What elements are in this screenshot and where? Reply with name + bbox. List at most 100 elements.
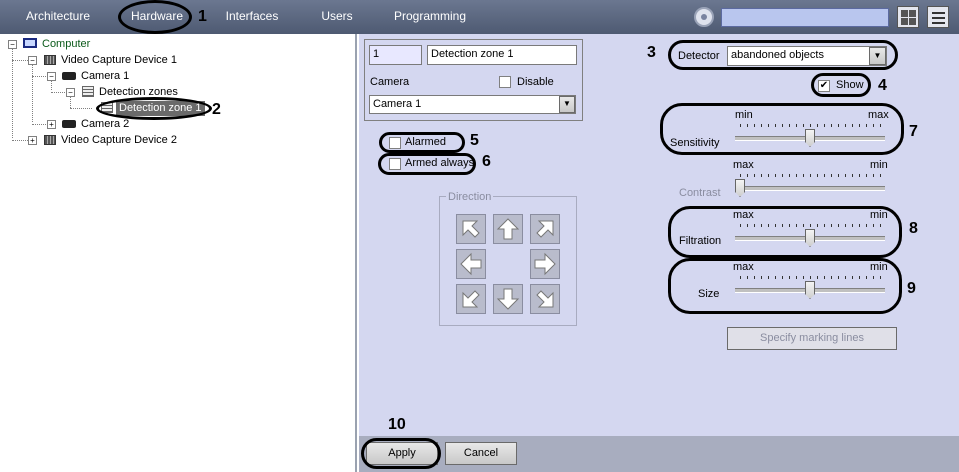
layout-grid-icon[interactable] bbox=[897, 6, 919, 28]
settings-gear-icon[interactable] bbox=[694, 7, 714, 27]
camera-select-value: Camera 1 bbox=[373, 98, 422, 110]
callout-6: 6 bbox=[482, 153, 491, 170]
slider-tick bbox=[838, 224, 839, 227]
sensitivity-max-label: max bbox=[868, 109, 889, 121]
callout-5: 5 bbox=[470, 132, 479, 149]
slider-tick bbox=[817, 224, 818, 227]
slider-tick bbox=[866, 174, 867, 177]
callout-3: 3 bbox=[647, 44, 656, 61]
collapse-icon[interactable]: − bbox=[66, 88, 75, 97]
alarmed-checkbox[interactable] bbox=[389, 137, 401, 149]
slider-tick bbox=[775, 276, 776, 279]
slider-tick bbox=[817, 174, 818, 177]
slider-thumb[interactable] bbox=[735, 179, 745, 197]
alarmed-label: Alarmed bbox=[405, 136, 446, 148]
collapse-icon[interactable]: − bbox=[28, 56, 37, 65]
slider-tick bbox=[866, 124, 867, 127]
slider-tick bbox=[880, 224, 881, 227]
arrow-down-icon[interactable] bbox=[493, 284, 523, 314]
arrow-down-left-icon[interactable] bbox=[456, 284, 486, 314]
callout-1: 1 bbox=[198, 8, 207, 25]
slider-tick bbox=[775, 224, 776, 227]
slider-tick bbox=[845, 174, 846, 177]
tab-programming[interactable]: Programming bbox=[390, 0, 470, 34]
filtration-slider[interactable] bbox=[735, 224, 885, 248]
tree-node-detection-zones[interactable]: Detection zones bbox=[99, 85, 178, 100]
slider-tick bbox=[838, 174, 839, 177]
slider-tick bbox=[845, 224, 846, 227]
slider-tick bbox=[824, 276, 825, 279]
show-label: Show bbox=[836, 79, 864, 91]
show-checkbox[interactable]: ✔ bbox=[818, 80, 830, 92]
slider-tick bbox=[845, 124, 846, 127]
tab-interfaces[interactable]: Interfaces bbox=[222, 0, 282, 34]
collapse-icon[interactable]: − bbox=[8, 40, 17, 49]
slider-tick bbox=[852, 276, 853, 279]
hardware-tree: − Computer − Video Capture Device 1 − Ca… bbox=[0, 34, 357, 472]
slider-tick bbox=[810, 276, 811, 279]
arrow-left-icon[interactable] bbox=[456, 249, 486, 279]
capture-device-icon bbox=[44, 135, 56, 145]
search-input[interactable] bbox=[721, 8, 889, 27]
slider-tick bbox=[831, 174, 832, 177]
expand-icon[interactable]: + bbox=[28, 136, 37, 145]
tree-node-camera2[interactable]: Camera 2 bbox=[81, 117, 129, 132]
armed-always-checkbox[interactable] bbox=[389, 158, 401, 170]
slider-thumb[interactable] bbox=[805, 281, 815, 299]
slider-tick bbox=[873, 276, 874, 279]
tree-node-computer[interactable]: Computer bbox=[42, 37, 90, 52]
slider-tick bbox=[866, 224, 867, 227]
tree-node-vcd2[interactable]: Video Capture Device 2 bbox=[61, 133, 177, 148]
specify-marking-lines-button[interactable]: Specify marking lines bbox=[727, 327, 897, 350]
slider-thumb[interactable] bbox=[805, 129, 815, 147]
chevron-down-icon[interactable]: ▼ bbox=[869, 47, 886, 65]
filtration-min-label: min bbox=[870, 209, 888, 221]
slider-tick bbox=[810, 224, 811, 227]
slider-tick bbox=[789, 174, 790, 177]
camera-select[interactable]: Camera 1 bbox=[369, 95, 576, 114]
tree-node-camera1[interactable]: Camera 1 bbox=[81, 69, 129, 84]
tab-hardware[interactable]: Hardware bbox=[120, 0, 194, 34]
slider-tick bbox=[747, 124, 748, 127]
slider-tick bbox=[789, 124, 790, 127]
tree-node-vcd1[interactable]: Video Capture Device 1 bbox=[61, 53, 177, 68]
slider-tick bbox=[810, 174, 811, 177]
menu-icon[interactable] bbox=[927, 6, 949, 28]
disable-checkbox[interactable] bbox=[499, 76, 511, 88]
zone-grid-icon bbox=[101, 102, 113, 113]
chevron-down-icon[interactable]: ▼ bbox=[559, 96, 575, 113]
cancel-button[interactable]: Cancel bbox=[445, 442, 517, 465]
apply-button[interactable]: Apply bbox=[366, 442, 438, 465]
tab-users[interactable]: Users bbox=[314, 0, 360, 34]
contrast-slider[interactable] bbox=[735, 174, 885, 198]
detector-select[interactable]: abandoned objects bbox=[727, 46, 887, 66]
slider-tick bbox=[852, 174, 853, 177]
slider-tick bbox=[852, 224, 853, 227]
zone-name-field[interactable]: Detection zone 1 bbox=[427, 45, 577, 65]
tree-node-detection-zone1[interactable]: Detection zone 1 bbox=[116, 101, 205, 116]
slider-tick bbox=[824, 174, 825, 177]
slider-tick bbox=[789, 224, 790, 227]
slider-tick bbox=[880, 124, 881, 127]
zone-settings-panel: 1 Detection zone 1 Camera Disable Camera… bbox=[359, 34, 959, 436]
detector-label: Detector bbox=[678, 50, 720, 62]
slider-thumb[interactable] bbox=[805, 229, 815, 247]
zone-id-field[interactable]: 1 bbox=[369, 45, 422, 65]
arrow-up-left-icon[interactable] bbox=[456, 214, 486, 244]
slider-tick bbox=[747, 276, 748, 279]
tab-architecture[interactable]: Architecture bbox=[18, 0, 98, 34]
slider-tick bbox=[803, 276, 804, 279]
arrow-right-icon[interactable] bbox=[530, 249, 560, 279]
slider-tick bbox=[824, 224, 825, 227]
arrow-up-right-icon[interactable] bbox=[530, 214, 560, 244]
direction-label: Direction bbox=[446, 191, 494, 203]
slider-tick bbox=[838, 276, 839, 279]
arrow-up-icon[interactable] bbox=[493, 214, 523, 244]
collapse-icon[interactable]: − bbox=[47, 72, 56, 81]
sensitivity-slider[interactable] bbox=[735, 124, 885, 148]
arrow-down-right-icon[interactable] bbox=[530, 284, 560, 314]
size-slider[interactable] bbox=[735, 276, 885, 300]
expand-icon[interactable]: + bbox=[47, 120, 56, 129]
slider-tick bbox=[852, 124, 853, 127]
size-max-label: max bbox=[733, 261, 754, 273]
